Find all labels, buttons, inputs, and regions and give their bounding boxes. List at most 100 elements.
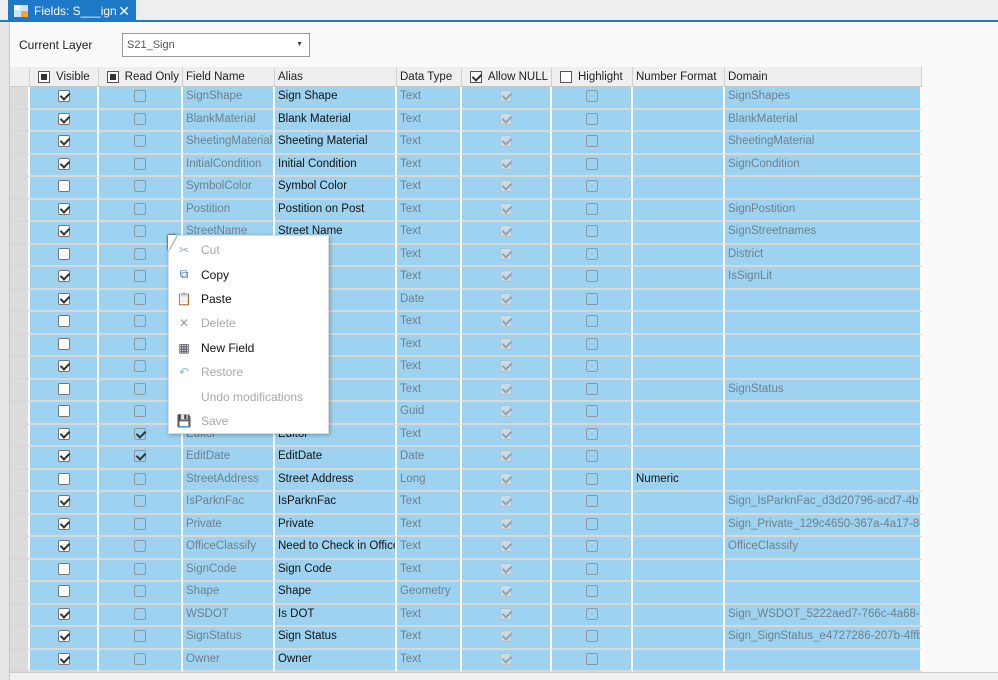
allow-null-checkbox[interactable] [500,517,512,530]
row-header[interactable] [10,492,30,515]
table-row[interactable]: StreetAddress Street Address Long Numeric [10,469,922,492]
highlight-cell[interactable] [552,447,633,470]
visible-checkbox[interactable] [57,585,70,597]
field-name[interactable]: SheetingMaterial [183,132,275,155]
allow-null-checkbox[interactable] [500,337,512,350]
read-only-checkbox[interactable] [134,360,146,372]
alias[interactable]: EditDate [275,447,397,470]
highlight-cell[interactable] [552,267,633,290]
row-header[interactable] [10,357,30,380]
row-header[interactable] [10,267,30,290]
domain[interactable]: IsSignLit [725,267,922,290]
visible-checkbox[interactable] [57,180,70,192]
visible-checkbox[interactable] [57,225,70,237]
number-format[interactable] [633,222,725,245]
visible-checkbox[interactable] [57,247,70,260]
visible-checkbox[interactable] [57,315,70,327]
highlight-cell[interactable] [552,492,633,515]
row-header[interactable] [10,312,30,335]
column-header-number-format[interactable]: Number Format [633,67,725,87]
visible-cell[interactable] [30,357,99,380]
read-only-cell[interactable] [99,87,183,110]
row-header[interactable] [10,559,30,582]
row-header[interactable] [10,514,30,537]
number-format[interactable] [633,334,725,357]
allow-null-cell[interactable] [462,199,552,222]
read-only-checkbox[interactable] [134,562,146,575]
allow-null-cell[interactable] [462,492,552,515]
alias[interactable]: Postition on Post [275,199,397,222]
table-row[interactable]: SymbolColor Symbol Color Text [10,177,922,200]
allow-null-cell[interactable] [462,334,552,357]
data-type[interactable]: Long [397,469,462,492]
field-name[interactable]: OfficeClassify [183,537,275,560]
domain[interactable]: SheetingMaterial [725,132,922,155]
visible-cell[interactable] [30,199,99,222]
field-name[interactable]: SymbolColor [183,177,275,200]
alias[interactable]: Is DOT [275,604,397,627]
domain[interactable]: Sign_Private_129c4650-367a-4a17-80b0-b7c… [725,514,922,537]
read-only-cell[interactable] [99,132,183,155]
read-only-checkbox[interactable] [134,450,146,462]
highlight-cell[interactable] [552,537,633,560]
row-header[interactable] [10,424,30,447]
data-type[interactable]: Text [397,154,462,177]
domain[interactable]: SignCondition [725,154,922,177]
data-type[interactable]: Text [397,132,462,155]
data-type[interactable]: Date [397,447,462,470]
highlight-cell[interactable] [552,582,633,605]
read-only-cell[interactable] [99,604,183,627]
menu-item-new-field[interactable]: ▦ New Field [169,336,328,360]
allow-null-checkbox[interactable] [500,630,512,642]
read-only-checkbox[interactable] [134,405,146,417]
allow-null-checkbox[interactable] [500,652,512,665]
visible-cell[interactable] [30,649,99,672]
read-only-cell[interactable] [99,514,183,537]
data-type[interactable]: Text [397,627,462,650]
allow-null-cell[interactable] [462,447,552,470]
read-only-checkbox[interactable] [134,630,146,642]
visible-cell[interactable] [30,604,99,627]
allow-null-cell[interactable] [462,177,552,200]
highlight-checkbox[interactable] [585,382,598,395]
row-header[interactable] [10,222,30,245]
data-type[interactable]: Text [397,109,462,132]
table-row[interactable]: Text [10,357,922,380]
alias[interactable]: Sign Shape [275,87,397,110]
alias[interactable]: Need to Check in Office [275,537,397,560]
table-row[interactable]: Text SignStatus [10,379,922,402]
visible-cell[interactable] [30,154,99,177]
visible-checkbox[interactable] [57,112,70,125]
row-header[interactable] [10,289,30,312]
table-row[interactable]: SheetingMaterial Sheeting Material Text She… [10,132,922,155]
highlight-checkbox[interactable] [585,517,598,530]
alias[interactable]: Private [275,514,397,537]
highlight-checkbox[interactable] [585,360,598,372]
read-only-checkbox[interactable] [134,315,146,327]
row-header[interactable] [10,447,30,470]
read-only-header-checkbox[interactable] [107,70,119,83]
read-only-cell[interactable] [99,627,183,650]
allow-null-cell[interactable] [462,424,552,447]
domain[interactable] [725,559,922,582]
data-type[interactable]: Text [397,199,462,222]
highlight-checkbox[interactable] [585,315,598,327]
table-row[interactable]: Shape Shape Geometry [10,582,922,605]
data-type[interactable]: Text [397,312,462,335]
field-name[interactable]: Shape [183,582,275,605]
visible-checkbox[interactable] [57,562,70,575]
domain[interactable]: SignPostition [725,199,922,222]
allow-null-cell[interactable] [462,627,552,650]
alias[interactable]: Sign Code [275,559,397,582]
domain[interactable] [725,447,922,470]
allow-null-checkbox[interactable] [500,225,512,237]
read-only-checkbox[interactable] [134,135,146,147]
visible-checkbox[interactable] [57,472,70,485]
highlight-cell[interactable] [552,109,633,132]
menu-item-copy[interactable]: ⧉ Copy [169,262,328,286]
visible-checkbox[interactable] [57,607,70,620]
number-format[interactable] [633,357,725,380]
visible-cell[interactable] [30,267,99,290]
read-only-checkbox[interactable] [134,495,146,507]
data-type[interactable]: Guid [397,402,462,425]
